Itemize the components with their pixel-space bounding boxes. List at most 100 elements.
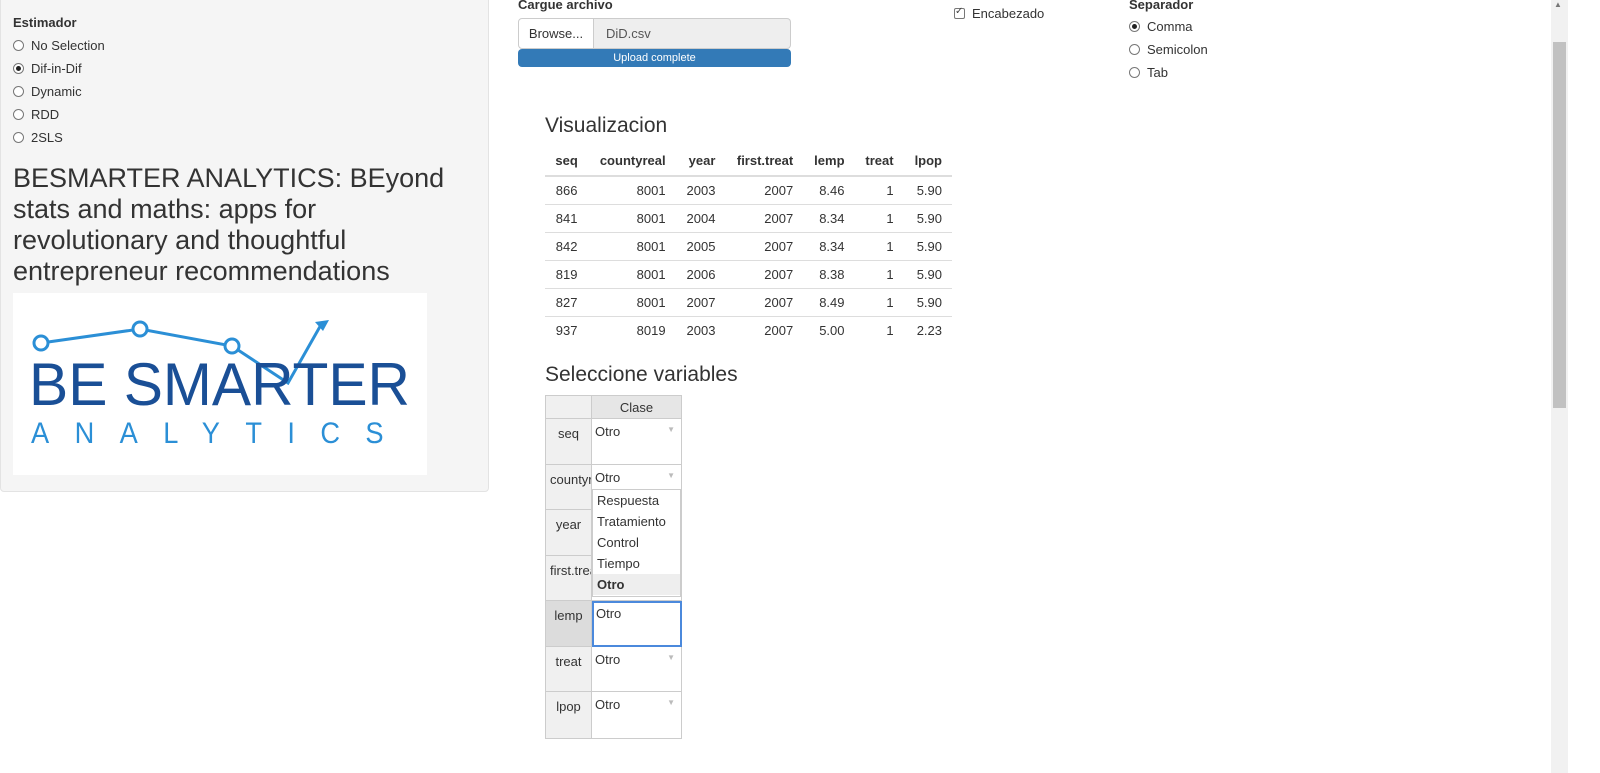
table-cell: 2007 bbox=[725, 175, 804, 205]
table-cell: 937 bbox=[545, 316, 589, 344]
grid-column-header[interactable]: Clase bbox=[592, 396, 682, 419]
table-cell: 2007 bbox=[675, 288, 726, 317]
table-cell: 2003 bbox=[675, 175, 726, 205]
dropdown-option[interactable]: Control bbox=[593, 532, 680, 553]
table-cell: 819 bbox=[545, 260, 589, 289]
table-cell: 8001 bbox=[588, 204, 676, 233]
table-cell: 2007 bbox=[725, 232, 804, 261]
separator-option-tab[interactable]: Tab bbox=[1129, 61, 1208, 84]
table-cell: 8001 bbox=[588, 260, 676, 289]
dropdown-option[interactable]: Respuesta bbox=[593, 490, 680, 511]
separator-option-comma[interactable]: Comma bbox=[1129, 15, 1208, 38]
radio-button[interactable] bbox=[1129, 44, 1140, 55]
estimator-option-dynamic[interactable]: Dynamic bbox=[13, 80, 105, 103]
table-cell: 866 bbox=[545, 175, 589, 205]
grid-value-cell[interactable]: Otro ▼ bbox=[592, 647, 682, 692]
column-header[interactable]: countyreal bbox=[588, 146, 676, 177]
radio-button[interactable] bbox=[13, 109, 24, 120]
logo-text-sub: ANALYTICS bbox=[31, 417, 409, 450]
dropdown-option-selected[interactable]: Otro bbox=[593, 574, 680, 595]
radio-button[interactable] bbox=[1129, 21, 1140, 32]
grid-value-cell-editing[interactable]: Otro bbox=[592, 601, 682, 647]
sidebar-panel: Estimador No Selection Dif-in-Dif Dynami… bbox=[0, 0, 489, 492]
dropdown-arrow-icon[interactable]: ▼ bbox=[667, 653, 675, 662]
grid-row-header: lpop bbox=[546, 692, 592, 739]
radio-button[interactable] bbox=[13, 40, 24, 51]
column-header[interactable]: treat bbox=[854, 146, 904, 177]
table-cell: 2007 bbox=[725, 288, 804, 317]
table-cell: 8.34 bbox=[803, 232, 855, 261]
grid-value-text: Otro bbox=[595, 424, 621, 439]
table-cell: 5.90 bbox=[903, 260, 952, 289]
column-header[interactable]: first.treat bbox=[725, 146, 804, 177]
table-cell: 827 bbox=[545, 288, 589, 317]
upload-progress-bar: Upload complete bbox=[518, 49, 791, 67]
table-cell: 2005 bbox=[675, 232, 726, 261]
grid-row-header: lemp bbox=[546, 601, 592, 647]
table-cell: 2007 bbox=[725, 316, 804, 344]
table-cell: 8001 bbox=[588, 175, 676, 205]
dropdown-arrow-icon[interactable]: ▼ bbox=[667, 425, 675, 434]
grid-value-text: Otro bbox=[595, 697, 621, 712]
file-name-field[interactable]: DiD.csv bbox=[594, 18, 791, 49]
header-checkbox-label: Encabezado bbox=[972, 6, 1045, 21]
upload-label: Cargue archivo bbox=[518, 0, 613, 12]
dropdown-option[interactable]: Tratamiento bbox=[593, 511, 680, 532]
column-header[interactable]: lemp bbox=[803, 146, 855, 177]
estimator-option-2sls[interactable]: 2SLS bbox=[13, 126, 105, 149]
table-cell: 8001 bbox=[588, 232, 676, 261]
table-cell: 2.23 bbox=[903, 316, 952, 344]
table-row: 841 8001 2004 2007 8.34 1 5.90 bbox=[545, 204, 952, 233]
radio-button[interactable] bbox=[13, 86, 24, 97]
grid-row-header: year bbox=[546, 510, 592, 556]
table-cell: 1 bbox=[854, 232, 904, 261]
radio-button[interactable] bbox=[1129, 67, 1140, 78]
dropdown-arrow-icon[interactable]: ▼ bbox=[667, 471, 675, 480]
table-cell: 2006 bbox=[675, 260, 726, 289]
browse-button[interactable]: Browse... bbox=[518, 18, 594, 49]
separator-option-semicolon[interactable]: Semicolon bbox=[1129, 38, 1208, 61]
estimator-option-no-selection[interactable]: No Selection bbox=[13, 34, 105, 57]
dropdown-arrow-icon[interactable]: ▼ bbox=[667, 698, 675, 707]
logo: BE SMARTER ANALYTICS bbox=[13, 293, 427, 475]
table-cell: 2003 bbox=[675, 316, 726, 344]
table-row: 937 8019 2003 2007 5.00 1 2.23 bbox=[545, 316, 952, 344]
grid-value-text: Otro bbox=[595, 652, 621, 667]
table-cell: 1 bbox=[854, 316, 904, 344]
grid-corner bbox=[546, 396, 592, 419]
scroll-up-arrow-icon[interactable]: ▲ bbox=[1554, 0, 1562, 9]
table-cell: 5.90 bbox=[903, 288, 952, 317]
radio-button[interactable] bbox=[13, 132, 24, 143]
dropdown-option[interactable]: Tiempo bbox=[593, 553, 680, 574]
radio-button[interactable] bbox=[13, 63, 24, 74]
estimator-option-dif-in-dif[interactable]: Dif-in-Dif bbox=[13, 57, 105, 80]
estimator-radio-group: No Selection Dif-in-Dif Dynamic RDD 2SLS bbox=[13, 34, 105, 149]
column-header[interactable]: year bbox=[675, 146, 726, 177]
logo-text-main: BE SMARTER bbox=[29, 351, 410, 418]
estimator-option-label: No Selection bbox=[31, 38, 105, 53]
table-row: 842 8001 2005 2007 8.34 1 5.90 bbox=[545, 232, 952, 261]
header-checkbox[interactable] bbox=[954, 6, 965, 19]
table-cell: 1 bbox=[854, 288, 904, 317]
column-header[interactable]: seq bbox=[545, 146, 589, 177]
table-cell: 8.49 bbox=[803, 288, 855, 317]
logo-graphic: BE SMARTER ANALYTICS bbox=[29, 320, 410, 450]
table-cell: 8019 bbox=[588, 316, 676, 344]
estimator-option-label: RDD bbox=[31, 107, 60, 122]
separator-option-label: Semicolon bbox=[1147, 42, 1208, 57]
grid-row-header: countyreal bbox=[546, 465, 592, 510]
table-cell: 1 bbox=[854, 204, 904, 233]
table-cell: 2004 bbox=[675, 204, 726, 233]
table-cell: 842 bbox=[545, 232, 589, 261]
header-checkbox-row[interactable]: Encabezado bbox=[954, 6, 1044, 21]
column-header[interactable]: lpop bbox=[903, 146, 952, 177]
grid-row-header: treat bbox=[546, 647, 592, 692]
grid-value-cell[interactable]: Otro ▼ bbox=[592, 419, 682, 465]
grid-value-cell[interactable]: Otro ▼ bbox=[592, 692, 682, 739]
estimator-option-label: 2SLS bbox=[31, 130, 63, 145]
page-scrollbar-thumb[interactable] bbox=[1553, 42, 1566, 408]
table-cell: 5.00 bbox=[803, 316, 855, 344]
estimator-option-rdd[interactable]: RDD bbox=[13, 103, 105, 126]
table-cell: 841 bbox=[545, 204, 589, 233]
grid-row-header: seq bbox=[546, 419, 592, 465]
